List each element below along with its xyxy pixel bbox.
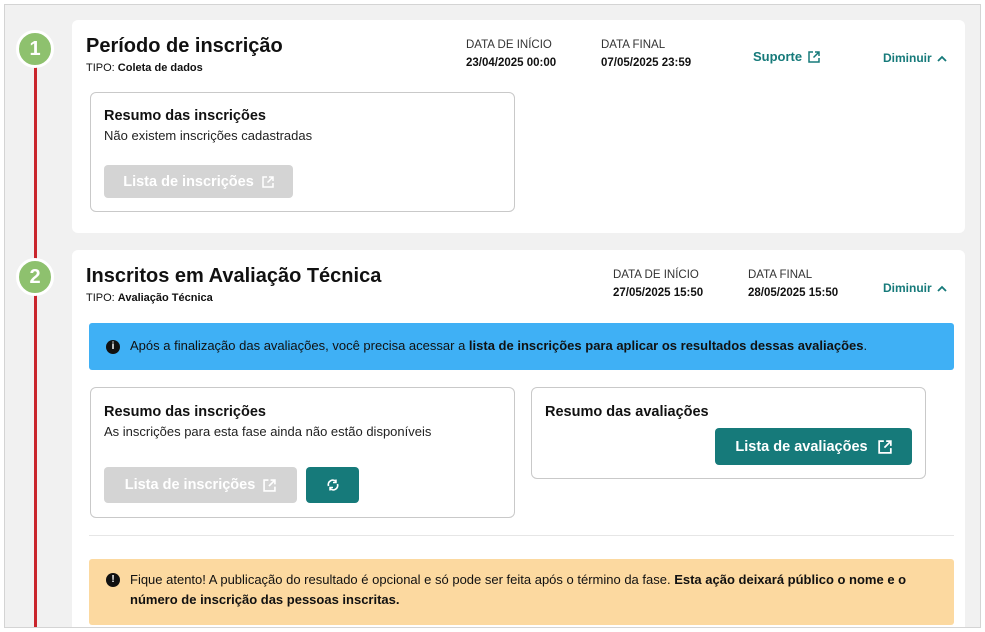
alert-icon: ! (106, 573, 120, 587)
external-link-icon (263, 478, 277, 492)
summary-title: Resumo das inscrições (104, 108, 266, 124)
end-date-value: 07/05/2025 23:59 (601, 57, 692, 69)
collapse-label: Diminuir (883, 51, 932, 65)
section-divider (89, 535, 954, 536)
evaluations-list-button[interactable]: Lista de avaliações (715, 428, 912, 465)
step-number-2: 2 (16, 258, 54, 296)
phase-card-1: Período de inscrição TIPO: Coleta de dad… (72, 20, 965, 233)
step-number-1: 1 (16, 30, 54, 68)
phase-title: Período de inscrição (86, 35, 283, 57)
start-date-label: DATA DE INÍCIO (466, 39, 552, 51)
start-date: DATA DE INÍCIO 23/04/2025 00:00 (466, 39, 556, 69)
chevron-up-icon (937, 285, 947, 292)
external-link-icon (808, 50, 820, 63)
external-link-icon (877, 439, 892, 454)
evaluations-summary: Resumo das avaliações Lista de avaliaçõe… (531, 387, 926, 479)
summary-text: Não existem inscrições cadastradas (104, 128, 313, 143)
timeline-line (34, 63, 37, 627)
end-date: DATA FINAL 28/05/2025 15:50 (748, 269, 838, 299)
summary-title: Resumo das inscrições (104, 404, 266, 420)
info-icon: i (106, 339, 120, 354)
start-date: DATA DE INÍCIO 27/05/2025 15:50 (613, 269, 703, 299)
info-alert: i Após a finalização das avaliações, voc… (89, 323, 954, 370)
collapse-button[interactable]: Diminuir (883, 281, 947, 295)
start-date-label: DATA DE INÍCIO (613, 269, 699, 281)
summary-text: As inscrições para esta fase ainda não e… (104, 424, 432, 439)
phase-type-value: Coleta de dados (117, 62, 203, 74)
start-date-value: 23/04/2025 00:00 (466, 57, 557, 69)
phase-type-label: TIPO: (86, 292, 115, 304)
phase-type: TIPO: Coleta de dados (86, 62, 203, 74)
phase-type: TIPO: Avaliação Técnica (86, 292, 213, 304)
registrations-list-label: Lista de inscrições (123, 173, 254, 190)
phase-title: Inscritos em Avaliação Técnica (86, 265, 382, 287)
collapse-button[interactable]: Diminuir (883, 51, 947, 65)
support-label: Suporte (753, 49, 803, 64)
end-date-label: DATA FINAL (601, 39, 666, 51)
phase-card-2: Inscritos em Avaliação Técnica TIPO: Ava… (72, 250, 965, 627)
collapse-label: Diminuir (883, 281, 932, 295)
external-link-icon (262, 175, 274, 188)
info-alert-text: Após a finalização das avaliações, você … (130, 338, 868, 354)
registrations-summary: Resumo das inscrições As inscrições para… (90, 387, 515, 518)
warning-alert-text: Fique atento! A publicação do resultado … (130, 572, 907, 608)
registrations-list-label: Lista de inscrições (124, 477, 256, 493)
refresh-button[interactable] (306, 467, 359, 503)
phase-type-value: Avaliação Técnica (117, 292, 213, 304)
registrations-summary: Resumo das inscrições Não existem inscri… (90, 92, 515, 212)
page-frame: 1 2 Período de inscrição TIPO: Coleta de… (4, 4, 981, 628)
end-date-value: 28/05/2025 15:50 (748, 287, 839, 299)
start-date-value: 27/05/2025 15:50 (613, 287, 704, 299)
evaluations-title: Resumo das avaliações (545, 404, 709, 420)
registrations-list-button[interactable]: Lista de inscrições (104, 165, 293, 198)
end-date: DATA FINAL 07/05/2025 23:59 (601, 39, 691, 69)
phase-type-label: TIPO: (86, 62, 115, 74)
warning-alert: ! Fique atento! A publicação do resultad… (89, 559, 954, 625)
evaluations-list-label: Lista de avaliações (735, 438, 868, 455)
end-date-label: DATA FINAL (748, 269, 813, 281)
refresh-icon (326, 478, 340, 492)
chevron-up-icon (937, 55, 947, 62)
registrations-list-button[interactable]: Lista de inscrições (104, 467, 297, 503)
support-link[interactable]: Suporte (753, 49, 820, 64)
